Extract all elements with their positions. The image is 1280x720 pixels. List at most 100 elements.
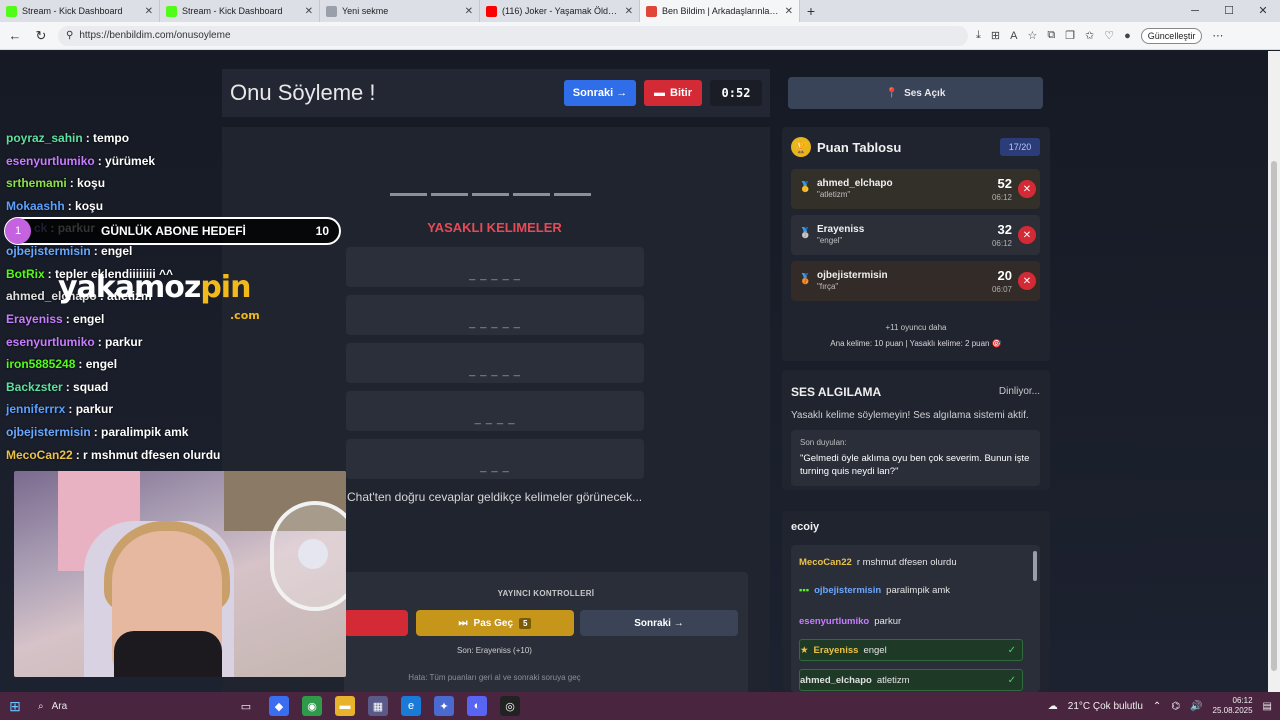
reveal-hint: Chat'ten doğru cevaplar geldikçe kelimel… xyxy=(347,490,643,504)
back-icon[interactable]: ← xyxy=(6,28,24,43)
voice-title: SES ALGILAMA xyxy=(791,385,882,399)
chat-message: MecoCan22 r mshmut dfesen olurdu xyxy=(799,551,1023,573)
download-icon[interactable]: ⤓ xyxy=(976,29,981,42)
reload-icon[interactable]: ↻ xyxy=(32,28,50,44)
page-scrollbar[interactable] xyxy=(1268,51,1280,692)
tab-title: (116) Joker - Yaşamak Öldürür P1 xyxy=(502,6,620,16)
remove-player-icon[interactable]: ✕ xyxy=(1018,272,1036,290)
check-icon: ✓ xyxy=(1007,674,1016,686)
task-view-icon[interactable]: ▭ xyxy=(236,696,256,716)
remove-player-icon[interactable]: ✕ xyxy=(1018,226,1036,244)
discord-icon[interactable]: ◐ xyxy=(467,696,487,716)
chat-scrollbar[interactable] xyxy=(1033,551,1037,581)
app-icon-blue[interactable]: ✦ xyxy=(434,696,454,716)
star-icon: ★ xyxy=(800,644,809,656)
chat-feed[interactable]: MecoCan22 r mshmut dfesen olurdu ▪▪▪ ojbeji… xyxy=(791,545,1040,692)
blank-letter xyxy=(513,193,550,196)
network-icon[interactable]: ⌬ xyxy=(1171,701,1180,712)
page-scroll-thumb[interactable] xyxy=(1271,161,1277,671)
blank-letter xyxy=(472,193,509,196)
more-icon[interactable]: ⋯ xyxy=(1212,29,1223,42)
notification-icon[interactable]: ▤ xyxy=(1263,701,1272,712)
tab-close-icon[interactable]: ✕ xyxy=(305,6,313,17)
minimize-icon[interactable]: ─ xyxy=(1178,0,1212,22)
overlay-message: : parkur xyxy=(97,335,143,349)
overlay-chat-line: Mokaashh : koşu xyxy=(6,199,103,213)
tab-close-icon[interactable]: ✕ xyxy=(465,6,473,17)
forbidden-word-slot: _ _ _ xyxy=(346,439,644,479)
scoreboard-header: 🏆 Puan Tablosu xyxy=(791,137,901,157)
browser-tab[interactable]: Ben Bildim | Arkadaşlarınla Oyna ✕ xyxy=(640,0,800,22)
browser-tab[interactable]: (116) Joker - Yaşamak Öldürür P1 ✕ xyxy=(480,0,640,22)
tab-close-icon[interactable]: ✕ xyxy=(145,6,153,17)
browser-tab[interactable]: Yeni sekme ✕ xyxy=(320,0,480,22)
skip-icon: ⏭ xyxy=(458,617,468,629)
overlay-chat-line: Erayeniss : engel xyxy=(6,312,104,326)
weather-icon[interactable]: ☁ xyxy=(1048,701,1058,712)
remove-player-icon[interactable]: ✕ xyxy=(1018,180,1036,198)
browser-tab[interactable]: Stream - Kick Dashboard ✕ xyxy=(0,0,160,22)
tray-arrow-icon[interactable]: ⌃ xyxy=(1153,701,1161,712)
toolbar-icons: ⤓ ⊞ A ☆ ⧉ ❐ ✩ ♡ ● Güncelleştir ⋯ xyxy=(976,27,1223,44)
file-explorer-icon[interactable]: ▬ xyxy=(335,696,355,716)
undo-button[interactable] xyxy=(344,610,408,636)
update-button[interactable]: Güncelleştir xyxy=(1140,27,1203,44)
blank-letter xyxy=(390,193,427,196)
flag-icon: ▬ xyxy=(654,87,665,99)
tab-close-icon[interactable]: ✕ xyxy=(625,6,633,17)
voice-description: Yasaklı kelime söylemeyin! Ses algılama … xyxy=(791,410,1029,421)
scoring-rules: Ana kelime: 10 puan | Yasaklı kelime: 2 … xyxy=(782,339,1050,348)
web-page: Onu Söyleme ! Sonraki → ▬ Bitir 0:52 YAS… xyxy=(0,51,1268,692)
controls-next-button[interactable]: Sonraki → xyxy=(580,610,738,636)
favorite-icon[interactable]: ☆ xyxy=(1027,29,1037,42)
read-aloud-icon[interactable]: A xyxy=(1010,30,1017,42)
pass-button[interactable]: ⏭ Pas Geç 5 xyxy=(416,610,574,636)
clock-time: 06:12 xyxy=(1232,696,1253,705)
check-icon: ✓ xyxy=(1007,644,1016,656)
pass-count-badge: 5 xyxy=(519,617,532,629)
target-icon: 🎯 xyxy=(991,339,1002,348)
profile-icon[interactable]: ● xyxy=(1124,30,1131,42)
game-title: Onu Söyleme ! xyxy=(230,80,376,105)
sound-toggle-button[interactable]: 📍 Ses Açık xyxy=(788,77,1043,109)
app-icon[interactable]: ⊞ xyxy=(991,29,1000,42)
extensions-icon[interactable]: ⧉ xyxy=(1047,29,1055,42)
tab-favicon-icon xyxy=(326,5,337,17)
url-field[interactable]: ⚲ https://benbildim.com/onusoyleme xyxy=(58,25,968,46)
site-info-icon[interactable]: ⚲ xyxy=(66,30,73,41)
maximize-icon[interactable]: ☐ xyxy=(1212,0,1246,22)
logo-part-a: yakamoz xyxy=(58,270,201,305)
tab-favicon-icon xyxy=(646,5,657,17)
store-icon[interactable]: ▦ xyxy=(368,696,388,716)
error-hint: Hata: Tüm puanları geri al ve sonraki so… xyxy=(408,673,581,682)
chrome-icon[interactable]: ◉ xyxy=(302,696,322,716)
tab-close-icon[interactable]: ✕ xyxy=(785,6,793,17)
close-window-icon[interactable]: ✕ xyxy=(1246,0,1280,22)
obs-icon[interactable]: ◎ xyxy=(500,696,520,716)
favorites-list-icon[interactable]: ✩ xyxy=(1085,29,1094,42)
goal-count: 10 xyxy=(315,224,329,238)
windows-start-icon[interactable]: ⊞ xyxy=(0,698,30,715)
tab-favicon-icon xyxy=(6,5,17,17)
medal-icon: 🥇 xyxy=(799,182,812,193)
goal-label: GÜNLÜK ABONE HEDEFİ xyxy=(101,224,246,238)
copilot-icon[interactable]: ◆ xyxy=(269,696,289,716)
edge-icon[interactable]: e xyxy=(401,696,421,716)
player-time: 06:12 xyxy=(991,239,1012,248)
collections-icon[interactable]: ❐ xyxy=(1065,29,1075,42)
taskbar-search[interactable]: ⌕ Ara xyxy=(30,695,190,717)
stop-button[interactable]: ▬ Bitir xyxy=(644,80,702,106)
round-badge: 17/20 xyxy=(1000,138,1040,156)
overlay-message: : koşu xyxy=(69,176,106,190)
new-tab-icon[interactable]: + xyxy=(800,3,822,19)
window-controls: ─ ☐ ✕ xyxy=(1178,0,1280,22)
forbidden-word-slot: _ _ _ _ _ xyxy=(346,247,644,287)
next-button[interactable]: Sonraki → xyxy=(564,80,636,106)
health-icon[interactable]: ♡ xyxy=(1104,29,1114,42)
clock[interactable]: 06:12 25.08.2025 xyxy=(1213,696,1253,716)
weather-text[interactable]: 21°C Çok bulutlu xyxy=(1068,701,1143,712)
browser-tab[interactable]: Stream - Kick Dashboard ✕ xyxy=(160,0,320,22)
overlay-message: : engel xyxy=(78,357,118,371)
scoreboard-title: Puan Tablosu xyxy=(817,139,902,155)
volume-icon[interactable]: 🔊 xyxy=(1190,701,1202,712)
